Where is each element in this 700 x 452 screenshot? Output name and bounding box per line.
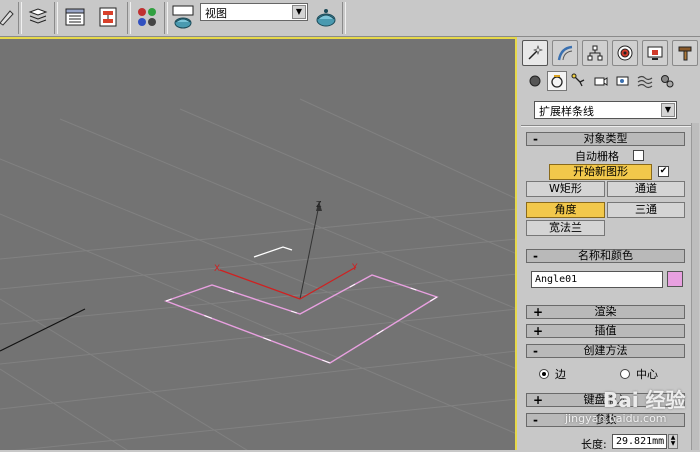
edge-radio-label: 边	[555, 368, 566, 381]
length-spinner[interactable]: ▲ ▼	[668, 434, 678, 449]
shapes-icon[interactable]	[547, 71, 567, 91]
utilities-tab-icon[interactable]	[672, 40, 698, 66]
channel-button[interactable]: 通道	[607, 181, 685, 197]
material-editor-icon[interactable]	[134, 4, 160, 30]
interpolation-rollout-header[interactable]: + 插值	[526, 324, 685, 338]
schematic-view-icon[interactable]	[95, 4, 121, 30]
modify-tab-icon[interactable]	[552, 40, 578, 66]
toolbar-separator	[342, 2, 346, 34]
gizmo-z-label: Z	[316, 200, 322, 209]
object-color-swatch[interactable]	[667, 271, 683, 287]
creation-method-rollout-header[interactable]: - 创建方法	[526, 344, 685, 358]
command-panel-scrollbar[interactable]	[691, 123, 699, 450]
parameters-rollout-header[interactable]: - 参数	[526, 413, 685, 427]
create-tab-icon[interactable]	[522, 40, 548, 66]
center-radio-label: 中心	[636, 368, 658, 381]
render-setup-icon[interactable]	[170, 4, 196, 30]
track-view-icon[interactable]	[62, 4, 88, 30]
command-panel-tabs	[522, 40, 698, 68]
toolbar-separator	[54, 2, 58, 34]
keyboard-entry-title: 键盘输入	[583, 393, 628, 406]
length-field[interactable]: 29.821mm	[612, 434, 667, 449]
keyboard-entry-rollout-header[interactable]: + 键盘输入	[526, 393, 685, 407]
center-radio[interactable]	[620, 369, 630, 379]
shape-category-dropdown[interactable]: 扩展样条线 ▼	[534, 101, 677, 119]
object-name-field[interactable]: Angle01	[531, 271, 663, 288]
world-axis-line	[0, 308, 86, 352]
chevron-down-icon[interactable]: ▼	[661, 103, 675, 117]
main-toolbar: 视图 ▼	[0, 0, 700, 37]
helpers-icon[interactable]	[613, 71, 633, 91]
pencil-icon[interactable]	[0, 4, 20, 30]
start-new-shape-button[interactable]: 开始新图形	[549, 164, 652, 180]
layer-manager-icon[interactable]	[25, 4, 51, 30]
hierarchy-tab-icon[interactable]	[582, 40, 608, 66]
display-tab-icon[interactable]	[642, 40, 668, 66]
render-view-value: 视图	[205, 7, 227, 20]
parameters-title: 参数	[594, 413, 617, 426]
home-grid	[0, 98, 515, 450]
angle-button[interactable]: 角度	[526, 202, 605, 218]
render-view-select[interactable]: 视图 ▼	[200, 3, 308, 21]
toolbar-separator	[164, 2, 168, 34]
object-type-rollout-header[interactable]: - 对象类型	[526, 132, 685, 146]
rendering-rollout-header[interactable]: + 渲染	[526, 305, 685, 319]
geometry-icon[interactable]	[525, 71, 545, 91]
perspective-viewport[interactable]: Z X Y	[0, 37, 517, 450]
chevron-down-icon[interactable]: ▼	[292, 5, 306, 19]
autogrid-checkbox[interactable]	[633, 150, 644, 161]
panel-divider	[521, 125, 698, 127]
viewport-scene: Z X Y	[0, 98, 515, 450]
toolbar-separator	[127, 2, 131, 34]
name-color-rollout-header[interactable]: - 名称和颜色	[526, 249, 685, 263]
wide-flange-button[interactable]: 宽法兰	[526, 220, 605, 236]
command-panel: 扩展样条线 ▼ - 对象类型 自动栅格 开始新图形 ✔ W矩形 通道 角度 三通…	[519, 37, 700, 451]
space-warps-icon[interactable]	[635, 71, 655, 91]
autogrid-label: 自动栅格	[575, 150, 619, 163]
object-type-title: 对象类型	[583, 132, 628, 145]
tee-button[interactable]: 三通	[607, 202, 685, 218]
creation-method-title: 创建方法	[583, 344, 628, 357]
edge-radio[interactable]	[539, 369, 549, 379]
cameras-icon[interactable]	[591, 71, 611, 91]
lights-icon[interactable]	[569, 71, 589, 91]
rendering-title: 渲染	[594, 305, 617, 318]
angle-shape[interactable]	[163, 274, 439, 364]
gizmo-y-label: Y	[351, 263, 358, 273]
name-color-title: 名称和颜色	[578, 249, 633, 262]
motion-tab-icon[interactable]	[612, 40, 638, 66]
quick-render-icon[interactable]	[313, 4, 339, 30]
systems-icon[interactable]	[657, 71, 677, 91]
create-subtabs	[525, 71, 695, 93]
shape-category-value: 扩展样条线	[539, 105, 594, 118]
wide-rectangle-button[interactable]: W矩形	[526, 181, 605, 197]
gizmo-x-label: X	[214, 264, 220, 274]
transform-gizmo[interactable]: Z X Y	[214, 200, 358, 300]
start-new-shape-checkbox[interactable]: ✔	[658, 166, 669, 177]
toolbar-separator	[18, 2, 22, 34]
interpolation-title: 插值	[594, 324, 617, 337]
